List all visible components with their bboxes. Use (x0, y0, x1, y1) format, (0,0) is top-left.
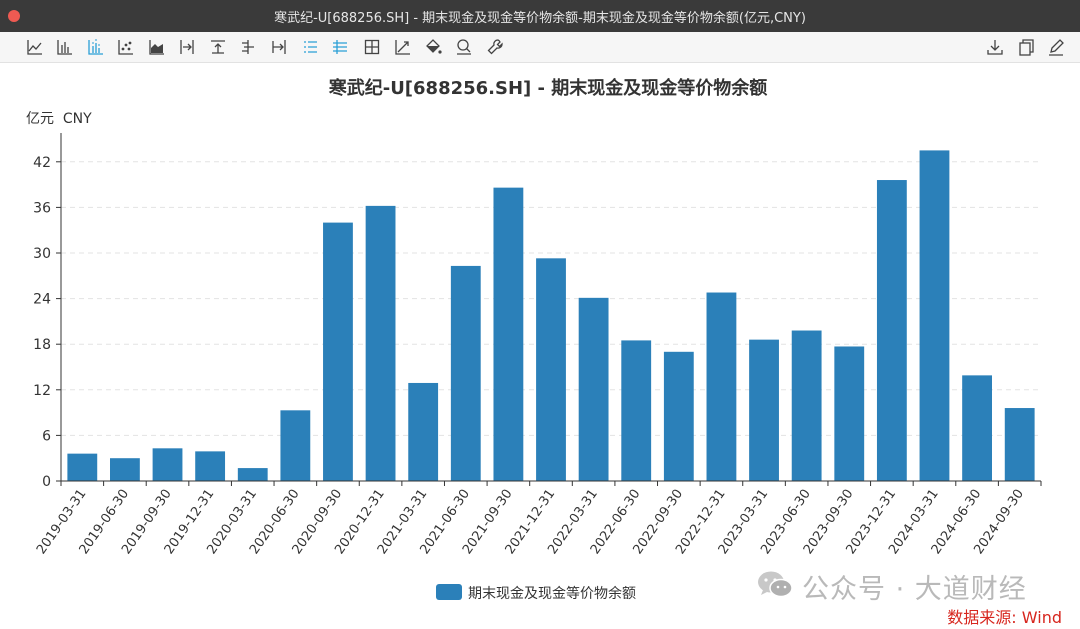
bar (195, 451, 226, 481)
settings-wrench-icon[interactable] (485, 37, 505, 57)
bar (962, 375, 992, 481)
copy-icon[interactable] (1016, 37, 1036, 57)
y-tick-label: 24 (33, 292, 51, 308)
y-tick-label: 12 (33, 383, 51, 399)
bar (493, 187, 524, 481)
bar (749, 339, 779, 481)
trend-line-icon[interactable] (393, 37, 413, 57)
axis-left-icon[interactable] (238, 37, 258, 57)
bar-chart-labeled-icon[interactable] (86, 37, 106, 57)
bar (152, 448, 183, 481)
scatter-chart-icon[interactable] (116, 37, 136, 57)
list-indent-icon[interactable] (330, 37, 350, 57)
bar (621, 340, 652, 481)
bar (706, 292, 737, 481)
bar-chart: 寒武纪-U[688256.SH] - 期末现金及现金等价物余额 亿元 CNY 0… (26, 77, 1042, 602)
bar (1004, 408, 1035, 481)
axis-top-icon[interactable] (208, 37, 228, 57)
watermark: 公众号 · 大道财经 (756, 565, 1056, 605)
y-tick-label: 0 (42, 474, 51, 490)
bar (408, 382, 439, 481)
bar (876, 180, 907, 481)
y-tick-label: 6 (42, 428, 51, 444)
bar (919, 150, 950, 481)
bar (110, 458, 140, 481)
bar (365, 205, 396, 481)
watermark-text: 公众号 · 大道财经 (802, 574, 1027, 605)
edit-icon[interactable] (1046, 37, 1066, 57)
wechat-icon (758, 571, 793, 598)
list-align-icon[interactable] (300, 37, 320, 57)
bar (536, 258, 566, 481)
bar (578, 297, 609, 481)
fill-color-icon[interactable] (423, 37, 443, 57)
bar (450, 265, 481, 481)
chart-toolbar (0, 32, 1080, 63)
bar (237, 468, 268, 481)
bar (67, 453, 98, 481)
chart-title: 寒武纪-U[688256.SH] - 期末现金及现金等价物余额 (328, 77, 768, 99)
legend[interactable]: 期末现金及现金等价物余额 (436, 584, 636, 602)
bar (280, 410, 311, 481)
y-axis-unit-label: 亿元 CNY (26, 111, 92, 127)
y-tick-label: 42 (33, 155, 51, 171)
bar (663, 351, 694, 481)
legend-swatch[interactable] (436, 584, 462, 600)
legend-label[interactable]: 期末现金及现金等价物余额 (468, 585, 636, 602)
area-chart-icon[interactable] (147, 37, 167, 57)
download-icon[interactable] (985, 37, 1005, 57)
bar (323, 222, 353, 481)
bars (67, 150, 1035, 481)
line-chart-icon[interactable] (25, 37, 45, 57)
bar (791, 330, 822, 481)
window-title: 寒武纪-U[688256.SH] - 期末现金及现金等价物余额-期末现金及现金等… (274, 11, 806, 26)
axis-align-icon[interactable] (269, 37, 289, 57)
bar (834, 346, 865, 481)
y-tick-label: 36 (33, 200, 51, 216)
zoom-icon[interactable] (454, 37, 474, 57)
grid-icon[interactable] (362, 37, 382, 57)
y-tick-label: 18 (33, 337, 51, 353)
window-titlebar: 寒武纪-U[688256.SH] - 期末现金及现金等价物余额-期末现金及现金等… (0, 0, 1080, 32)
axis-right-icon[interactable] (177, 37, 197, 57)
data-source-label: 数据来源: Wind (947, 608, 1062, 627)
y-tick-label: 30 (33, 246, 51, 262)
bar-chart-icon[interactable] (55, 37, 75, 57)
